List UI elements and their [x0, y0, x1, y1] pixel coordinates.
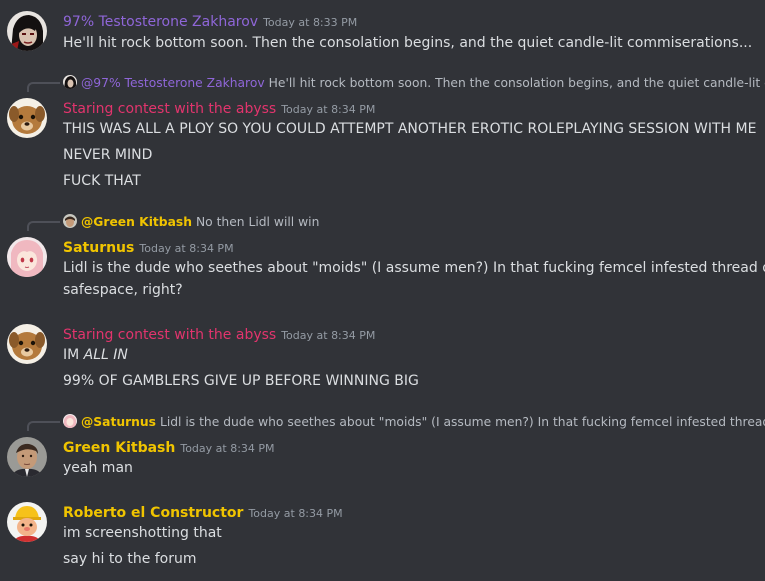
reply-text: Lidl is the dude who seethes about "moid… [159, 415, 765, 429]
message-text-plain: IM [63, 347, 84, 363]
message-text-italic: ALL IN [83, 347, 128, 363]
reply-avatar-icon [63, 75, 77, 89]
reply-author[interactable]: @Saturnus [81, 415, 156, 429]
message-text: safespace, right? [63, 282, 183, 298]
chat-message-list: 97% Testosterone Zakharov Today at 8:33 P… [0, 0, 765, 581]
reply-author[interactable]: @97% Testosterone Zakharov [81, 76, 265, 90]
reply-avatar-icon [63, 214, 77, 228]
dog-avatar-icon [7, 324, 47, 364]
message-text: Lidl is the dude who seethes about "moid… [63, 260, 765, 276]
message-timestamp: Today at 8:34 PM [180, 442, 275, 455]
message-text: 99% OF GAMBLERS GIVE UP BEFORE WINNING B… [63, 373, 419, 389]
reply-preview[interactable]: @Saturnus Lidl is the dude who seethes ab… [63, 413, 765, 431]
user-avatar[interactable] [7, 437, 47, 477]
reply-connector [27, 82, 60, 92]
message-text: yeah man [63, 460, 133, 476]
message-author[interactable]: Staring contest with the abyss [63, 101, 276, 117]
builder-character-avatar-icon [7, 502, 47, 542]
user-avatar[interactable] [7, 98, 47, 138]
reply-avatar-icon [63, 414, 77, 428]
reply-preview[interactable]: @Green Kitbash No then Lidl will win [63, 213, 319, 231]
reply-text: He'll hit rock bottom soon. Then the con… [268, 76, 765, 90]
dog-avatar-icon [7, 98, 47, 138]
message-timestamp: Today at 8:34 PM [281, 103, 376, 116]
message-text: THIS WAS ALL A PLOY SO YOU COULD ATTEMPT… [63, 121, 757, 137]
user-avatar[interactable] [7, 502, 47, 542]
dark-haired-portrait-avatar-icon [7, 11, 47, 51]
message-timestamp: Today at 8:34 PM [139, 242, 234, 255]
message-timestamp: Today at 8:33 PM [263, 16, 358, 29]
message-text: NEVER MIND [63, 147, 153, 163]
user-avatar[interactable] [7, 324, 47, 364]
reply-text: No then Lidl will win [195, 215, 320, 229]
message-text: IM ALL IN [63, 346, 128, 364]
reply-author[interactable]: @Green Kitbash [81, 215, 192, 229]
message-author[interactable]: Saturnus [63, 240, 134, 256]
message-author[interactable]: Roberto el Constructor [63, 505, 243, 521]
user-avatar[interactable] [7, 11, 47, 51]
message-author[interactable]: Green Kitbash [63, 440, 175, 456]
message-text: FUCK THAT [63, 173, 141, 189]
message-text: say hi to the forum [63, 551, 197, 567]
reply-preview[interactable]: @97% Testosterone Zakharov He'll hit rock… [63, 74, 765, 92]
user-avatar[interactable] [7, 237, 47, 277]
anime-girl-avatar-icon [7, 237, 47, 277]
message-text: im screenshotting that [63, 525, 222, 541]
message-timestamp: Today at 8:34 PM [248, 507, 343, 520]
reply-connector [27, 221, 60, 231]
man-portrait-avatar-icon [7, 437, 47, 477]
message-author[interactable]: 97% Testosterone Zakharov [63, 14, 258, 30]
message-text: He'll hit rock bottom soon. Then the con… [63, 35, 753, 51]
reply-connector [27, 421, 60, 431]
message-timestamp: Today at 8:34 PM [281, 329, 376, 342]
message-author[interactable]: Staring contest with the abyss [63, 327, 276, 343]
